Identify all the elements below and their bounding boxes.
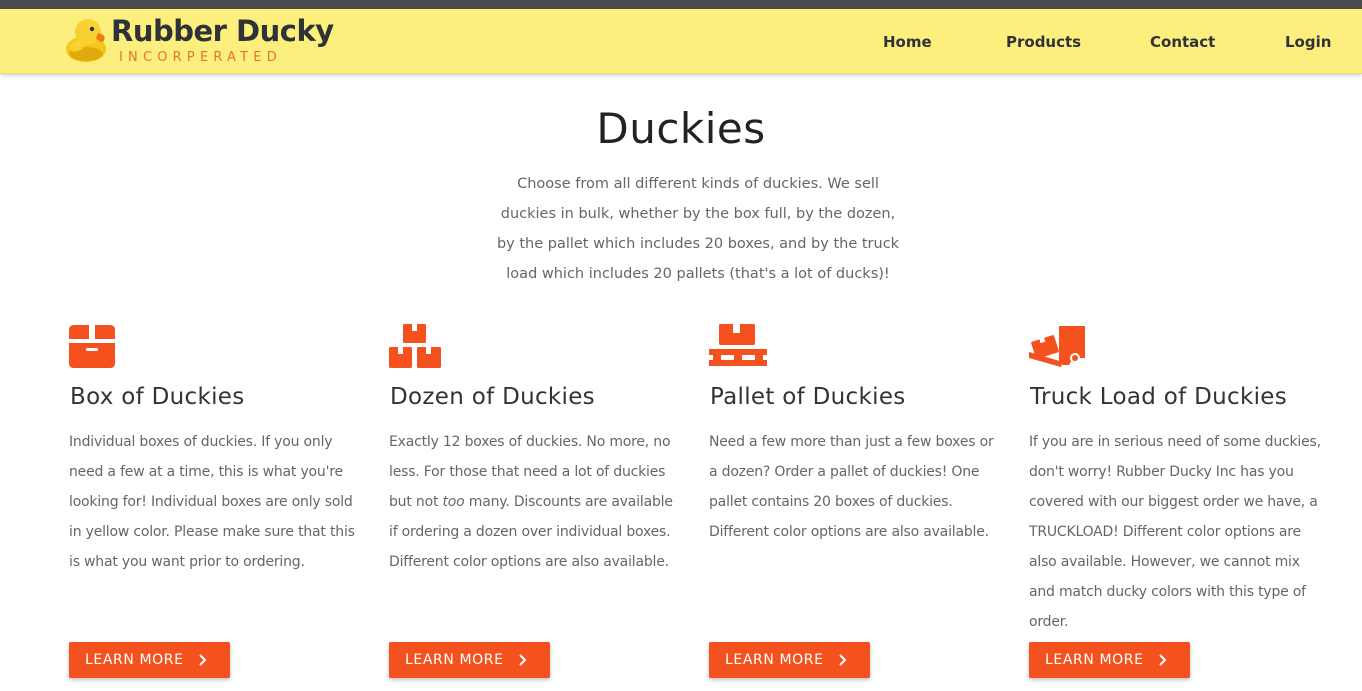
dolly-icon [1029, 326, 1085, 367]
navbar: Rubber Ducky INCORPERATED Home Products … [0, 9, 1362, 74]
learn-more-label: LEARN MORE [405, 652, 504, 668]
learn-more-button[interactable]: LEARN MORE [69, 642, 230, 678]
learn-more-label: LEARN MORE [85, 652, 184, 668]
card-description: Exactly 12 boxes of duckies. No more, no… [389, 427, 685, 577]
pallet-icon [709, 324, 767, 366]
learn-more-label: LEARN MORE [1045, 652, 1144, 668]
card-title: Pallet of Duckies [710, 384, 906, 410]
chevron-right-icon [519, 654, 527, 666]
chevron-right-icon [199, 654, 207, 666]
learn-more-button[interactable]: LEARN MORE [709, 642, 870, 678]
nav-home[interactable]: Home [883, 33, 932, 51]
nav-login[interactable]: Login [1285, 33, 1331, 51]
card-description: Need a few more than just a few boxes or… [709, 434, 994, 540]
brand-name: Rubber Ducky [111, 14, 334, 48]
learn-more-button[interactable]: LEARN MORE [1029, 642, 1190, 678]
nav-products[interactable]: Products [1006, 33, 1081, 51]
card-title: Dozen of Duckies [390, 384, 595, 410]
rubber-duck-icon [66, 19, 106, 62]
boxes-icon [389, 324, 441, 368]
product-card-dozen: Dozen of Duckies Exactly 12 boxes of duc… [389, 320, 689, 690]
product-card-box: Box of Duckies Individual boxes of ducki… [69, 320, 369, 690]
learn-more-label: LEARN MORE [725, 652, 824, 668]
card-title: Truck Load of Duckies [1030, 384, 1288, 410]
browser-top-strip [0, 0, 1362, 9]
brand-logo[interactable]: Rubber Ducky INCORPERATED [64, 14, 334, 66]
chevron-right-icon [1159, 654, 1167, 666]
page-title: Duckies [596, 104, 766, 153]
page-intro: Choose from all different kinds of ducki… [496, 176, 900, 282]
product-card-truckload: Truck Load of Duckies If you are in seri… [1029, 320, 1329, 690]
chevron-right-icon [839, 654, 847, 666]
card-description-emphasis: too [442, 494, 465, 510]
card-description: If you are in serious need of some ducki… [1029, 434, 1321, 630]
box-icon [69, 325, 115, 368]
product-card-pallet: Pallet of Duckies Need a few more than j… [709, 320, 1009, 690]
learn-more-button[interactable]: LEARN MORE [389, 642, 550, 678]
nav-contact[interactable]: Contact [1150, 33, 1215, 51]
card-description: Individual boxes of duckies. If you only… [69, 434, 355, 570]
brand-subtitle: INCORPERATED [119, 50, 282, 65]
card-title: Box of Duckies [70, 384, 245, 410]
